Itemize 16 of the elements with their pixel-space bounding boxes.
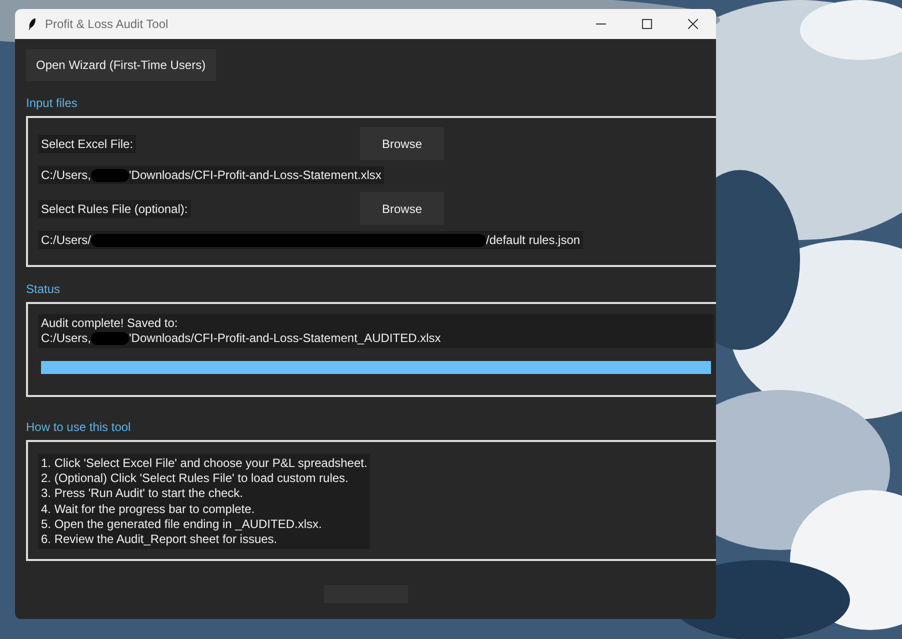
feather-icon — [27, 17, 37, 31]
window-title: Profit & Loss Audit Tool — [45, 17, 168, 31]
section-heading: Input files — [26, 95, 78, 112]
browse-button[interactable]: Browse — [360, 192, 444, 225]
status-message: Audit complete! Saved to: C:/Users, 'Downloads/CFI-Profit-and-Loss-Statement_AUDITED.xlsx — [38, 314, 714, 348]
file-path: C:/Users/ /default rules.json — [38, 231, 584, 249]
field-label: Select Excel File: — [38, 134, 136, 152]
file-path: C:/Users, 'Downloads/CFI-Profit-and-Loss-Statement.xlsx — [38, 166, 384, 184]
section-heading: How to use this tool — [26, 419, 132, 436]
browse-button[interactable]: Browse — [360, 127, 444, 160]
instructions-text: 1. Click 'Select Excel File' and choose your P&L spreadsheet. 2. (Optional) Click 'Select Rules File' to load custom rules. 3. Press 'Run Audit' to start the check. 4. Wait for the progress bar to complete. 5. Open the generated file ending in _AUDITED.xlsx. 6. Review the Audit_Report sheet for issues. — [38, 454, 370, 550]
maximize-icon[interactable] — [642, 19, 652, 29]
close-icon[interactable] — [688, 19, 698, 29]
open-wizard-button[interactable]: Open Wizard (First-Time Users) — [26, 49, 216, 81]
field-label: Select Rules File (optional): — [38, 200, 191, 218]
section-heading: Status — [26, 281, 62, 298]
